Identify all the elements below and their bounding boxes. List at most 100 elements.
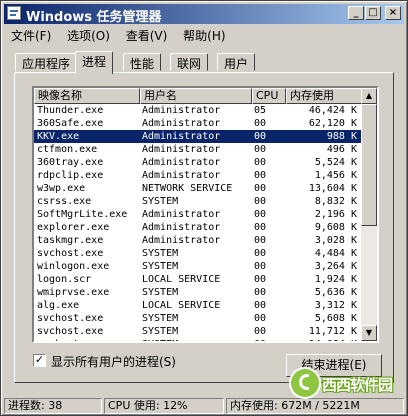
table-row[interactable]: rdpclip.exe Administrator 00 1,456 K xyxy=(34,169,364,182)
cell-memory: 11,712 K xyxy=(308,326,357,337)
close-button[interactable]: × xyxy=(385,6,401,20)
cell-memory: 3,264 K xyxy=(314,261,357,272)
menu-file[interactable]: 文件(F) xyxy=(5,26,57,45)
menu-options[interactable]: 选项(O) xyxy=(61,26,116,45)
cell-cpu: 00 xyxy=(254,183,267,194)
minimize-button[interactable]: _ xyxy=(348,6,364,20)
table-row[interactable]: svchost.exe SYSTEM 00 4,484 K xyxy=(34,247,364,260)
cell-memory: 14,084 K xyxy=(289,338,357,341)
scroll-up-button[interactable]: ▲ xyxy=(361,88,377,104)
table-row[interactable]: SoftMgrLite.exe Administrator 00 2,196 K xyxy=(34,208,364,221)
table-row[interactable]: 360tray.exe Administrator 00 5,524 K xyxy=(34,156,364,169)
status-process-count: 进程数: 38 xyxy=(4,398,102,414)
table-row[interactable]: KKV.exe Administrator 00 988 K xyxy=(34,130,364,143)
cell-user-name: Administrator xyxy=(142,144,221,155)
cell-user-name: LOCAL SERVICE xyxy=(142,274,221,285)
table-row[interactable]: 360Safe.exe Administrator 00 62,120 K xyxy=(34,117,364,130)
cell-cpu: 00 xyxy=(254,248,267,259)
vertical-scrollbar[interactable]: ▲ ▼ xyxy=(361,88,377,341)
table-row[interactable]: logon.scr LOCAL SERVICE 00 1,924 K xyxy=(34,273,364,286)
table-row[interactable]: svchost.exe SYSTEM00 14,084 K xyxy=(34,338,364,341)
menu-help[interactable]: 帮助(H) xyxy=(177,26,231,45)
cell-user-name: Administrator xyxy=(142,235,221,246)
cell-user-name: LOCAL SERVICE xyxy=(142,300,221,311)
process-rows: Thunder.exe Administrator 05 46,424 K 360Saf… xyxy=(34,104,364,341)
cell-image-name: 360tray.exe xyxy=(37,157,104,168)
cell-image-name: KKV.exe xyxy=(37,131,80,142)
table-row[interactable]: w3wp.exe NETWORK SERVICE 00 13,604 K xyxy=(34,182,364,195)
minimize-icon: _ xyxy=(353,7,359,18)
cell-user-name: Administrator xyxy=(142,118,221,129)
cell-memory: 62,120 K xyxy=(308,118,357,129)
column-user-name[interactable]: 用户名 xyxy=(140,88,252,104)
title-bar[interactable]: Windows 任务管理器 _ □ × xyxy=(4,4,404,25)
cell-cpu: 00 xyxy=(254,157,267,168)
scroll-down-button[interactable]: ▼ xyxy=(361,325,377,341)
arrow-down-icon: ▼ xyxy=(365,328,373,337)
tab-processes[interactable]: 进程 xyxy=(75,51,114,74)
cell-image-name: explorer.exe xyxy=(37,222,110,233)
cell-image-name: csrss.exe xyxy=(37,196,92,207)
cell-memory: 8,832 K xyxy=(314,196,357,207)
maximize-button[interactable]: □ xyxy=(365,6,381,20)
table-row[interactable]: csrss.exe SYSTEM 00 8,832 K xyxy=(34,195,364,208)
cell-memory: 2,196 K xyxy=(314,209,357,220)
tab-networking[interactable]: 联网 xyxy=(170,53,209,71)
cell-memory: 3,028 K xyxy=(314,235,357,246)
cell-user-name: SYSTEM xyxy=(142,248,179,259)
cell-memory: 1,456 K xyxy=(314,170,357,181)
cell-image-name: w3wp.exe xyxy=(37,183,86,194)
tab-performance[interactable]: 性能 xyxy=(123,53,162,71)
cell-cpu: 00 xyxy=(254,209,267,220)
tab-strip: 应用程序 进程 性能 联网 用户 xyxy=(15,51,395,74)
cell-user-name: SYSTEM xyxy=(142,261,179,272)
cell-cpu: 00 xyxy=(254,131,267,142)
cell-user-name: SYSTEM xyxy=(142,287,179,298)
scroll-thumb[interactable] xyxy=(361,104,377,226)
cell-user-name: Administrator xyxy=(142,131,221,142)
cell-memory: 5,524 K xyxy=(314,157,357,168)
cell-cpu: 00 xyxy=(254,274,267,285)
cell-cpu: 00 xyxy=(254,170,267,181)
cell-cpu: 00 xyxy=(254,196,267,207)
table-row[interactable]: Thunder.exe Administrator 05 46,424 K xyxy=(34,104,364,117)
cell-cpu: 00 xyxy=(254,326,267,337)
tab-applications[interactable]: 应用程序 xyxy=(15,53,78,71)
table-row[interactable]: wmiprvse.exe SYSTEM 00 5,636 K xyxy=(34,286,364,299)
column-memory[interactable]: 内存使用 xyxy=(286,88,364,104)
cell-cpu: 00 xyxy=(254,144,267,155)
cell-cpu: 00 xyxy=(254,261,267,272)
task-manager-icon xyxy=(7,6,21,20)
cell-image-name: svchost.exe xyxy=(37,326,104,337)
menu-bar: 文件(F) 选项(O) 查看(V) 帮助(H) xyxy=(5,26,405,44)
cell-user-name: Administrator xyxy=(142,222,221,233)
table-row[interactable]: alg.exe LOCAL SERVICE 00 3,312 K xyxy=(34,299,364,312)
cell-image-name: svchost.exe xyxy=(37,338,137,341)
cell-user-name: SYSTEM xyxy=(142,326,179,337)
table-row[interactable]: explorer.exe Administrator 00 9,608 K xyxy=(34,221,364,234)
cell-cpu: 00 xyxy=(254,338,284,341)
tab-users[interactable]: 用户 xyxy=(217,53,256,71)
table-row[interactable]: winlogon.exe SYSTEM 00 3,264 K xyxy=(34,260,364,273)
cell-image-name: ctfmon.exe xyxy=(37,144,98,155)
cell-image-name: taskmgr.exe xyxy=(37,235,104,246)
arrow-up-icon: ▲ xyxy=(365,91,373,100)
cell-memory: 1,924 K xyxy=(314,274,357,285)
table-row[interactable]: ctfmon.exe Administrator 00 496 K xyxy=(34,143,364,156)
table-row[interactable]: svchost.exe SYSTEM 00 11,712 K xyxy=(34,325,364,338)
cell-cpu: 00 xyxy=(254,313,267,324)
cell-user-name: Administrator xyxy=(142,157,221,168)
cell-cpu: 00 xyxy=(254,235,267,246)
table-row[interactable]: svchost.exe SYSTEM 00 5,608 K xyxy=(34,312,364,325)
close-icon: × xyxy=(388,7,398,18)
show-all-users-checkbox[interactable]: ✓ xyxy=(33,354,46,367)
cell-memory: 3,312 K xyxy=(314,300,357,311)
cell-user-name: SYSTEM xyxy=(142,313,179,324)
cell-memory: 46,424 K xyxy=(308,105,357,116)
process-list[interactable]: 映像名称 用户名 CPU 内存使用 Thunder.exe Administrat… xyxy=(32,86,379,343)
cell-user-name: Administrator xyxy=(142,170,221,181)
column-image-name[interactable]: 映像名称 xyxy=(34,88,140,104)
table-row[interactable]: taskmgr.exe Administrator 00 3,028 K xyxy=(34,234,364,247)
column-cpu[interactable]: CPU xyxy=(252,88,286,104)
menu-view[interactable]: 查看(V) xyxy=(120,26,174,45)
